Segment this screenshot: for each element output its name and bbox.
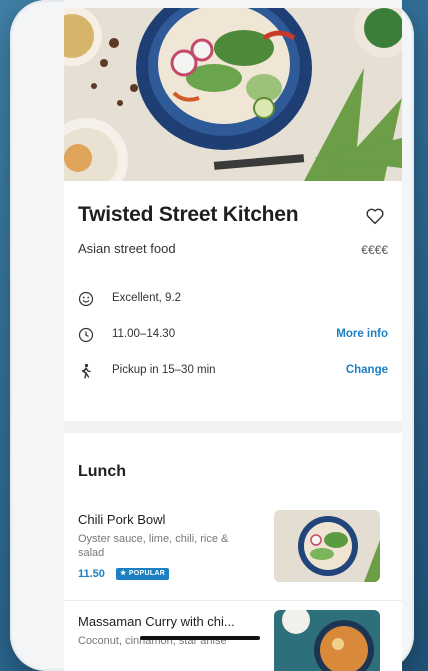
menu-item-name: Chili Pork Bowl	[78, 512, 166, 527]
restaurant-info: Twisted Street Kitchen Asian street food…	[64, 181, 402, 421]
phone-frame: Twisted Street Kitchen Asian street food…	[10, 0, 414, 671]
rating-text: Excellent, 9.2	[112, 292, 182, 304]
smiley-icon	[78, 291, 94, 307]
home-indicator	[140, 636, 260, 640]
app-screen: Twisted Street Kitchen Asian street food…	[64, 8, 402, 671]
change-link[interactable]: Change	[346, 364, 388, 376]
food-photo	[64, 8, 402, 181]
menu-section-title: Lunch	[78, 463, 126, 480]
cuisine-label: Asian street food	[78, 241, 176, 256]
more-info-link[interactable]: More info	[336, 328, 388, 340]
rating-row: Excellent, 9.2	[78, 289, 388, 309]
clock-icon	[78, 327, 94, 343]
heart-outline-icon[interactable]	[364, 205, 386, 227]
frame-top-edge	[64, 0, 402, 8]
menu-item-image	[274, 610, 380, 671]
menu-item-name: Massaman Curry with chi...	[78, 614, 235, 629]
popular-badge: ★ POPULAR	[116, 568, 170, 580]
menu-item-price: 11.50	[78, 568, 105, 580]
hours-row: 11.00–14.30 More info	[78, 325, 388, 345]
walking-person-icon	[78, 363, 94, 379]
pickup-text: Pickup in 15–30 min	[112, 364, 216, 376]
menu-item-description: Oyster sauce, lime, chili, rice & salad	[78, 533, 229, 559]
item-separator	[64, 600, 402, 601]
menu-item-image	[274, 510, 380, 582]
restaurant-name: Twisted Street Kitchen	[78, 203, 299, 226]
price-level: €€€€	[361, 243, 388, 257]
section-divider	[64, 421, 402, 433]
restaurant-hero-image	[64, 8, 402, 181]
hours-text: 11.00–14.30	[112, 328, 176, 340]
menu-item[interactable]: Chili Pork Bowl Oyster sauce, lime, chil…	[64, 508, 402, 598]
pickup-row: Pickup in 15–30 min Change	[78, 361, 388, 381]
